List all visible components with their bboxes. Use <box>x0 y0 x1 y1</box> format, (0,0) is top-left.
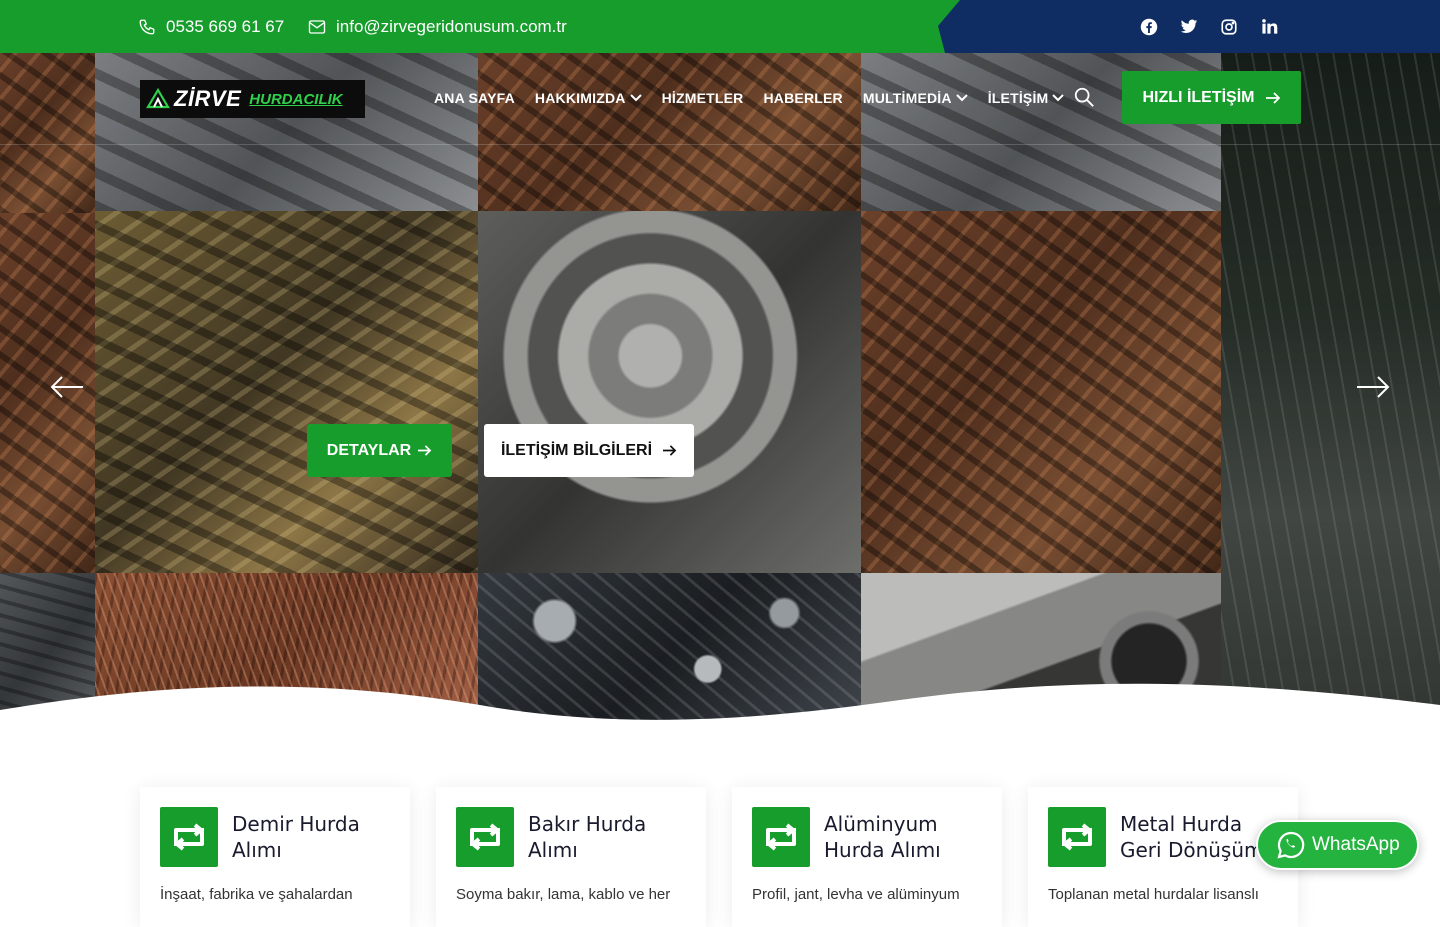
email-link[interactable]: info@zirvegeridonusum.com.tr <box>308 0 567 53</box>
service-description: Profil, jant, levha ve alüminyum <box>752 886 960 903</box>
phone-link[interactable]: 0535 669 61 67 <box>138 0 284 53</box>
details-button-label: DETAYLAR <box>326 441 412 459</box>
nav-item-about[interactable]: HAKKIMIZDA <box>535 90 642 106</box>
nav-label: HABERLER <box>763 90 843 106</box>
social-links <box>1140 0 1278 53</box>
header-divider <box>0 144 1440 145</box>
service-title: Bakır Hurda Alımı <box>528 812 647 862</box>
quick-contact-label: HIZLI İLETİŞİM <box>1142 88 1255 106</box>
whatsapp-button[interactable]: WhatsApp <box>1256 820 1419 870</box>
service-description: Soyma bakır, lama, kablo ve her <box>456 886 671 903</box>
service-card[interactable]: Demir Hurda Alımı İnşaat, fabrika ve şah… <box>140 787 410 927</box>
recycle-arrows-icon <box>752 807 810 867</box>
service-title: Metal Hurda Geri Dönüşüm <box>1120 812 1264 862</box>
hero-wave-divider <box>0 683 1440 733</box>
search-icon[interactable] <box>1073 86 1095 108</box>
nav-label: ANA SAYFA <box>434 90 515 106</box>
logo-name: ZİRVE <box>174 86 242 111</box>
recycle-arrows-icon <box>160 807 218 867</box>
details-button[interactable]: DETAYLAR <box>307 424 452 477</box>
contact-info-button-label: İLETİŞİM BİLGİLERİ <box>500 441 653 459</box>
service-description: İnşaat, fabrika ve şahalardan <box>160 886 353 903</box>
arrow-right-icon <box>418 445 432 456</box>
chevron-down-icon <box>1052 94 1065 102</box>
recycle-arrows-icon <box>1048 807 1106 867</box>
main-nav: ANA SAYFA HAKKIMIZDA HİZMETLER HABERLER … <box>434 84 1065 112</box>
slider-prev-arrow-icon[interactable] <box>50 375 84 399</box>
facebook-icon[interactable] <box>1140 18 1158 36</box>
quick-contact-button[interactable]: HIZLI İLETİŞİM <box>1122 71 1301 124</box>
service-card[interactable]: Metal Hurda Geri Dönüşüm Toplanan metal … <box>1028 787 1298 927</box>
mail-icon <box>308 19 326 34</box>
nav-item-home[interactable]: ANA SAYFA <box>434 90 515 106</box>
service-cards: Demir Hurda Alımı İnşaat, fabrika ve şah… <box>140 787 1301 927</box>
chevron-down-icon <box>955 94 968 102</box>
service-description: Toplanan metal hurdalar lisanslı <box>1048 886 1259 903</box>
email-address: info@zirvegeridonusum.com.tr <box>336 16 567 36</box>
logo-tagline: HURDACILIK <box>249 90 343 108</box>
nav-label: HİZMETLER <box>661 90 744 106</box>
slider-next-arrow-icon[interactable] <box>1356 375 1390 399</box>
hero-overlay <box>0 53 1440 733</box>
twitter-icon[interactable] <box>1180 18 1198 36</box>
nav-item-news[interactable]: HABERLER <box>763 90 842 106</box>
nav-label: HAKKIMIZDA <box>534 90 626 106</box>
arrow-right-icon <box>1265 91 1280 104</box>
chevron-down-icon <box>629 94 642 102</box>
contact-info-button[interactable]: İLETİŞİM BİLGİLERİ <box>484 424 694 477</box>
linkedin-icon[interactable] <box>1260 18 1278 36</box>
whatsapp-label: WhatsApp <box>1312 834 1400 855</box>
hero-slider <box>0 53 1440 733</box>
whatsapp-icon <box>1277 831 1305 859</box>
nav-item-multimedia[interactable]: MULTİMEDİA <box>863 90 968 106</box>
mountain-recycle-icon <box>146 87 170 109</box>
nav-label: İLETİŞİM <box>987 90 1049 106</box>
arrow-right-icon <box>663 445 677 456</box>
service-card[interactable]: Alüminyum Hurda Alımı Profil, jant, levh… <box>732 787 1002 927</box>
nav-item-services[interactable]: HİZMETLER <box>662 90 744 106</box>
service-card[interactable]: Bakır Hurda Alımı Soyma bakır, lama, kab… <box>436 787 706 927</box>
instagram-icon[interactable] <box>1220 18 1238 36</box>
recycle-arrows-icon <box>456 807 514 867</box>
nav-item-contact[interactable]: İLETİŞİM <box>988 90 1065 106</box>
site-logo[interactable]: ZİRVE HURDACILIK <box>140 80 365 118</box>
phone-icon <box>139 19 155 34</box>
phone-number: 0535 669 61 67 <box>166 16 285 36</box>
top-bar: 0535 669 61 67 info@zirvegeridonusum.com… <box>0 0 1440 53</box>
nav-label: MULTİMEDİA <box>862 90 952 106</box>
service-title: Alüminyum Hurda Alımı <box>824 812 941 862</box>
service-title: Demir Hurda Alımı <box>232 812 360 862</box>
